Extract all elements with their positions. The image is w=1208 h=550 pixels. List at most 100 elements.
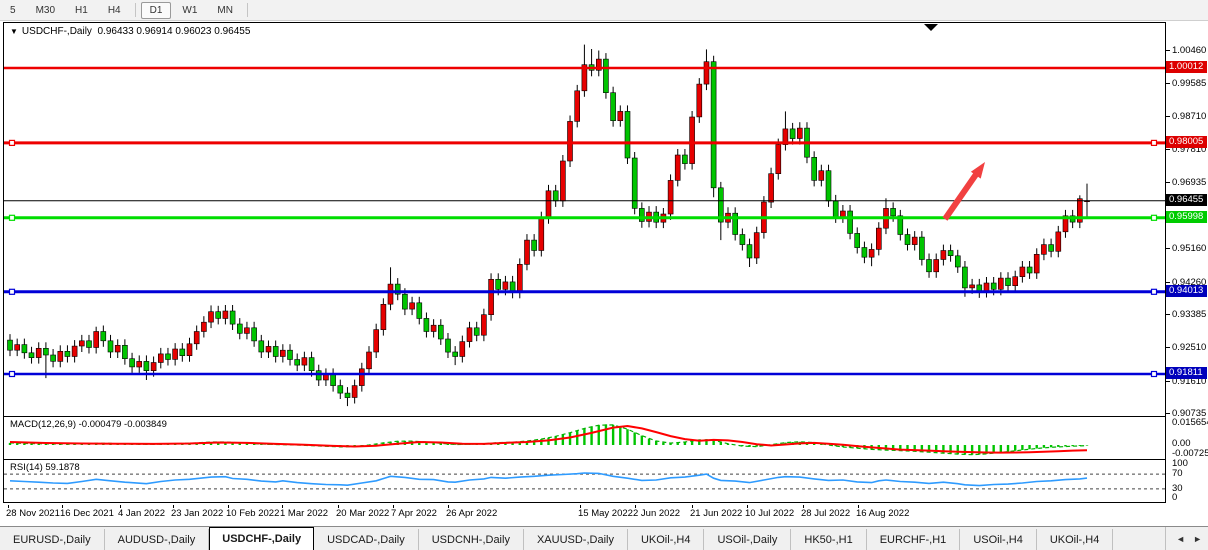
candle-body xyxy=(790,129,795,139)
rsi-axis-label: 0 xyxy=(1172,492,1177,503)
candle-body xyxy=(158,354,163,363)
date-label: 26 Apr 2022 xyxy=(446,508,497,519)
date-label: 28 Nov 2021 xyxy=(6,508,60,519)
tab-eurusddaily[interactable]: EURUSD-,Daily xyxy=(0,529,105,550)
candle-body xyxy=(108,341,113,352)
axis-tick-mark xyxy=(1166,149,1170,150)
hline-handle[interactable] xyxy=(10,215,15,220)
tab-usoildaily[interactable]: USOil-,Daily xyxy=(704,529,791,550)
timeframe-button-d1[interactable]: D1 xyxy=(141,2,172,19)
timeframe-button-mn[interactable]: MN xyxy=(208,2,242,19)
candle-body xyxy=(1056,232,1061,251)
candle-body xyxy=(374,330,379,352)
date-label: 16 Aug 2022 xyxy=(856,508,909,519)
tab-audusddaily[interactable]: AUDUSD-,Daily xyxy=(105,529,210,550)
hline-handle[interactable] xyxy=(10,289,15,294)
candle-body xyxy=(747,245,752,258)
candle-body xyxy=(697,84,702,117)
candle-body xyxy=(29,353,34,358)
toolbar-separator xyxy=(135,3,136,17)
date-label: 10 Feb 2022 xyxy=(226,508,279,519)
candle-body xyxy=(862,248,867,258)
candle-body xyxy=(618,111,623,120)
axis-tick-mark xyxy=(1166,116,1170,117)
candle-body xyxy=(496,279,501,289)
rsi-axis-label: 70 xyxy=(1172,468,1183,479)
candle-body xyxy=(144,361,149,370)
candle-body xyxy=(223,311,228,319)
candle-body xyxy=(919,237,924,259)
timeframe-button-h1[interactable]: H1 xyxy=(66,2,97,19)
candle-body xyxy=(1049,245,1054,252)
price-chart-pane[interactable] xyxy=(4,23,1165,416)
tab-ukoilh4[interactable]: UKOil-,H4 xyxy=(1037,529,1114,550)
price-badge-0.96455: 0.96455 xyxy=(1166,194,1207,206)
candle-body xyxy=(367,352,372,369)
candle-body xyxy=(338,386,343,394)
hline-handle[interactable] xyxy=(1152,372,1157,377)
candle-body xyxy=(273,346,278,356)
timeframe-button-m30[interactable]: M30 xyxy=(27,2,64,19)
tab-usdcaddaily[interactable]: USDCAD-,Daily xyxy=(314,529,419,550)
price-badge-0.98005: 0.98005 xyxy=(1166,136,1207,148)
date-label: 20 Mar 2022 xyxy=(336,508,389,519)
candle-body xyxy=(166,354,171,360)
hline-handle[interactable] xyxy=(1152,289,1157,294)
price-tick-label: 0.96935 xyxy=(1172,177,1206,188)
object-anchor-icon xyxy=(924,24,938,31)
timeframe-button-h4[interactable]: H4 xyxy=(99,2,130,19)
candle-body xyxy=(122,345,127,358)
candle-body xyxy=(359,369,364,386)
candle-body xyxy=(525,240,530,264)
date-axis[interactable]: 28 Nov 202116 Dec 20214 Jan 202223 Jan 2… xyxy=(3,505,1166,523)
price-axis[interactable]: 1.004600.995850.987100.978100.969350.951… xyxy=(1166,22,1208,504)
candle-body xyxy=(869,249,874,257)
hline-handle[interactable] xyxy=(10,372,15,377)
tab-hk50h1[interactable]: HK50-,H1 xyxy=(791,529,866,550)
candle-body xyxy=(532,240,537,250)
tab-scroll-right-icon[interactable]: ► xyxy=(1193,534,1202,544)
timeframe-button-w1[interactable]: W1 xyxy=(173,2,206,19)
candle-body xyxy=(639,208,644,221)
hline-handle[interactable] xyxy=(10,140,15,145)
tab-usdchfdaily[interactable]: USDCHF-,Daily xyxy=(209,527,314,550)
candle-body xyxy=(58,351,63,361)
candle-body xyxy=(575,91,580,122)
tab-eurchfh1[interactable]: EURCHF-,H1 xyxy=(867,529,961,550)
candle-body xyxy=(941,251,946,260)
tab-scroll-controls: ◄ ► xyxy=(1165,527,1208,550)
symbol-dropdown-icon[interactable]: ▼ xyxy=(10,27,18,36)
candle-body xyxy=(36,348,41,357)
candle-body xyxy=(424,318,429,331)
rsi-indicator-pane[interactable] xyxy=(4,460,1165,502)
candle-body xyxy=(115,345,120,352)
hline-handle[interactable] xyxy=(1152,215,1157,220)
candle-body xyxy=(309,358,314,371)
candle-body xyxy=(22,345,27,353)
rsi-line xyxy=(10,473,1087,486)
candle-body xyxy=(410,303,415,309)
tab-scroll-left-icon[interactable]: ◄ xyxy=(1176,534,1185,544)
candle-body xyxy=(754,233,759,258)
candle-body xyxy=(905,235,910,245)
rsi-label: RSI(14) 59.1878 xyxy=(10,462,80,473)
candle-body xyxy=(560,161,565,201)
candle-body xyxy=(295,360,300,366)
trend-arrow-shaft[interactable] xyxy=(945,173,977,219)
candle-body xyxy=(15,345,20,351)
tab-xauusddaily[interactable]: XAUUSD-,Daily xyxy=(524,529,628,550)
price-tick-label: 0.95160 xyxy=(1172,243,1206,254)
axis-tick-mark xyxy=(1166,381,1170,382)
tab-ukoilh4[interactable]: UKOil-,H4 xyxy=(628,529,705,550)
symbol-name: USDCHF-,Daily xyxy=(22,26,92,37)
macd-indicator-pane[interactable] xyxy=(4,417,1165,459)
hline-handle[interactable] xyxy=(1152,140,1157,145)
tab-usoilh4[interactable]: USOil-,H4 xyxy=(960,529,1037,550)
candle-body xyxy=(1013,277,1018,286)
candle-body xyxy=(912,237,917,245)
timeframe-button-5[interactable]: 5 xyxy=(1,2,25,19)
tab-usdcnhdaily[interactable]: USDCNH-,Daily xyxy=(419,529,524,550)
mt4-chart-window: 5M30H1H4D1W1MN ▼USDCHF-,Daily 0.96433 0.… xyxy=(0,0,1208,550)
candle-body xyxy=(855,233,860,247)
candle-body xyxy=(446,339,451,352)
